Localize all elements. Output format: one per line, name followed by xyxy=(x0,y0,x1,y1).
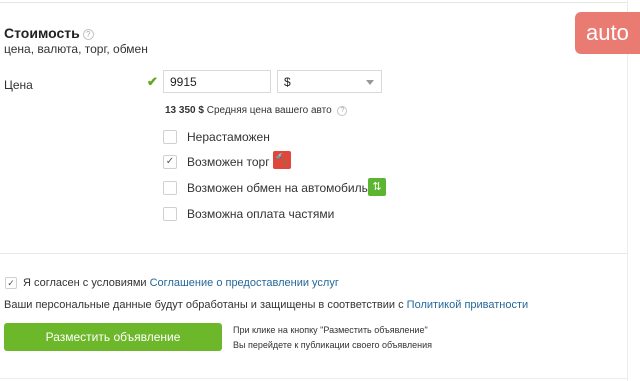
checkbox[interactable]: ✓ xyxy=(163,155,177,169)
auction-hammer-icon: 🔨 xyxy=(273,151,291,169)
submit-hint: При клике на кнопку "Разместить объявлен… xyxy=(233,323,432,353)
option-label: Возможен обмен на автомобиль xyxy=(187,181,368,195)
submit-hint-line: При клике на кнопку "Разместить объявлен… xyxy=(233,325,428,335)
top-divider xyxy=(0,2,628,3)
section-title: Стоимость? xyxy=(4,25,94,41)
average-price-text: Средняя цена вашего авто xyxy=(206,105,332,116)
help-icon[interactable]: ? xyxy=(337,106,348,116)
price-input[interactable] xyxy=(163,70,271,93)
checkmark-icon: ✔ xyxy=(147,74,158,89)
terms-link[interactable]: Соглашение о предоставлении услуг xyxy=(150,277,339,289)
right-divider xyxy=(627,0,628,381)
agreement-checkbox[interactable]: ✓ xyxy=(5,277,17,289)
help-icon[interactable]: ? xyxy=(82,29,94,40)
privacy-link[interactable]: Политикой приватности xyxy=(407,299,529,311)
agreement-text: Я согласен с условиями Соглашение о пред… xyxy=(23,277,339,289)
currency-select[interactable]: $ xyxy=(277,70,382,93)
currency-value: $ xyxy=(284,75,291,89)
option-label: Возможна оплата частями xyxy=(187,207,335,221)
privacy-notice: Ваши персональные данные будут обработан… xyxy=(4,299,528,311)
submit-hint-line: Вы перейдете к публикации своего объявле… xyxy=(233,340,433,350)
chevron-down-icon xyxy=(366,80,374,85)
bottom-divider xyxy=(0,378,628,379)
submit-ad-button[interactable]: Разместить объявление xyxy=(4,323,222,351)
privacy-text: Ваши персональные данные будут обработан… xyxy=(4,299,404,311)
agreement-label: Я согласен с условиями xyxy=(23,277,147,289)
exchange-icon: ⇅ xyxy=(368,178,386,196)
section-title-text: Стоимость xyxy=(4,25,80,41)
option-label: Возможен торг xyxy=(187,155,270,169)
price-label: Цена xyxy=(4,78,33,92)
average-price-value: 13 350 $ xyxy=(165,105,204,116)
checkbox[interactable] xyxy=(163,130,177,144)
section-subtitle: цена, валюта, торг, обмен xyxy=(4,42,148,56)
brand-logo[interactable]: auto xyxy=(575,12,640,54)
average-price: 13 350 $ Средняя цена вашего авто ? xyxy=(165,105,348,116)
section-divider xyxy=(0,253,628,254)
checkbox[interactable] xyxy=(163,181,177,195)
checkbox[interactable] xyxy=(163,207,177,221)
option-label: Нерастаможен xyxy=(187,130,270,144)
